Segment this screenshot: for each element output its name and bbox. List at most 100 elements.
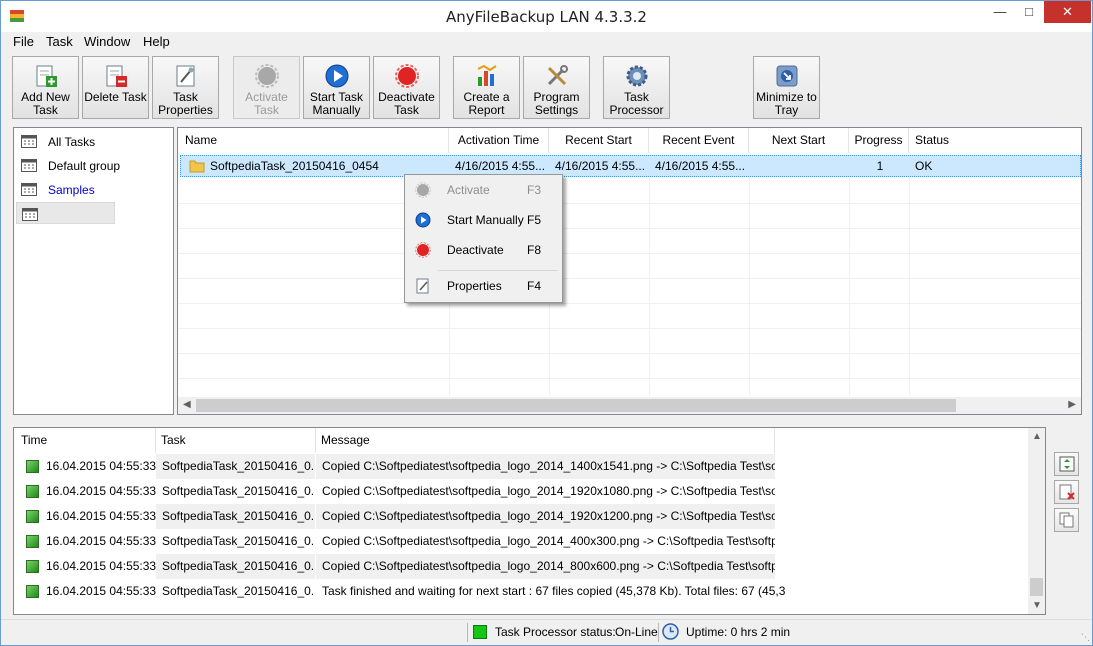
minimize-to-tray-button[interactable]: Minimize to Tray [753, 56, 820, 119]
scroll-left-icon[interactable]: ◀ [183, 399, 191, 410]
delete-task-label-1: Delete Task [84, 90, 147, 104]
column-header-name[interactable]: Name [178, 128, 449, 153]
grid-line [178, 328, 1081, 329]
log-message: Copied C:\Softpediatest\softpedia_logo_2… [316, 504, 775, 529]
log-row[interactable]: 16.04.2015 04:55:33 SoftpediaTask_201504… [15, 529, 1029, 554]
log-row[interactable]: 16.04.2015 04:55:33 SoftpediaTask_201504… [15, 579, 1029, 604]
context-menu-properties[interactable]: Properties F4 [407, 273, 560, 299]
table-row[interactable]: SoftpediaTask_20150416_0454 4/16/2015 4:… [180, 155, 1081, 177]
maximize-button[interactable]: □ [1015, 1, 1043, 23]
title-bar[interactable]: AnyFileBackup LAN 4.3.3.2 — □ ✕ [1, 1, 1092, 32]
resize-grip-icon[interactable]: ⋱ [1081, 632, 1090, 643]
uptime-text: Uptime: 0 hrs 2 min [686, 625, 791, 639]
status-bar: Task Processor status: On-Line Uptime: 0… [1, 619, 1092, 645]
copy-log-button[interactable] [1054, 508, 1079, 532]
log-task: SoftpediaTask_20150416_0... [156, 504, 315, 529]
log-task: SoftpediaTask_20150416_0... [162, 484, 315, 498]
log-task: SoftpediaTask_20150416_0... [162, 534, 315, 548]
column-header-next-start[interactable]: Next Start [749, 128, 849, 153]
task-processor-status-label: Task Processor status: [495, 625, 616, 639]
log-message: Task finished and waiting for next start… [322, 584, 786, 598]
success-icon [26, 585, 39, 598]
column-header-recent-start[interactable]: Recent Start [549, 128, 649, 153]
task-properties-icon [176, 65, 194, 87]
task-table: Name Activation Time Recent Start Recent… [177, 127, 1082, 415]
shortcut-key: F8 [527, 243, 542, 257]
grid-line [178, 203, 1081, 204]
clear-log-button[interactable] [1054, 480, 1079, 504]
horizontal-scrollbar-thumb[interactable] [196, 399, 956, 412]
menu-bar: File Task Window Help [1, 32, 1092, 52]
task-properties-button[interactable]: Task Properties [152, 56, 219, 119]
menu-file[interactable]: File [13, 34, 34, 49]
success-icon [26, 560, 39, 573]
deactivate-task-button[interactable]: Deactivate Task [373, 56, 440, 119]
properties-icon [416, 278, 429, 294]
success-icon [26, 485, 39, 498]
online-indicator-icon [473, 625, 487, 639]
context-menu-separator [438, 270, 558, 271]
delete-task-button[interactable]: Delete Task [82, 56, 149, 119]
activate-task-button[interactable]: Activate Task [233, 56, 300, 119]
scroll-up-icon[interactable]: ▲ [1032, 431, 1042, 442]
vertical-scrollbar[interactable]: ▲ ▼ [1028, 428, 1045, 614]
log-row[interactable]: 16.04.2015 04:55:33 SoftpediaTask_201504… [15, 504, 1029, 529]
log-column-header-message[interactable]: Message [316, 428, 775, 453]
close-button[interactable]: ✕ [1044, 1, 1091, 23]
folder-icon [189, 160, 205, 173]
report-icon [477, 64, 497, 86]
scroll-down-icon[interactable]: ▼ [1032, 600, 1042, 611]
context-menu-label: Start Manually [447, 213, 524, 227]
settings-icon [547, 65, 568, 86]
vertical-scrollbar-thumb[interactable] [1030, 578, 1043, 596]
menu-window[interactable]: Window [84, 34, 130, 49]
log-message: Copied C:\Softpediatest\softpedia_logo_2… [322, 484, 775, 498]
log-time: 16.04.2015 04:55:33 [46, 584, 156, 598]
log-table: Time Task Message 16.04.2015 04:55:33 So… [13, 427, 1046, 615]
grid-line [909, 178, 910, 396]
scroll-icon [1059, 456, 1075, 472]
menu-help[interactable]: Help [143, 34, 170, 49]
task-properties-label-2: Properties [158, 103, 213, 117]
activate-icon [254, 64, 279, 88]
recent-start-cell: 4/16/2015 4:55... [555, 159, 646, 173]
log-message: Copied C:\Softpediatest\softpedia_logo_2… [316, 554, 775, 579]
column-header-status[interactable]: Status [909, 128, 1081, 153]
context-menu-label: Properties [447, 279, 502, 293]
grid-line [178, 278, 1081, 279]
context-menu-deactivate[interactable]: Deactivate F8 [407, 237, 560, 263]
log-column-header-task[interactable]: Task [156, 428, 316, 453]
create-report-button[interactable]: Create a Report [453, 56, 520, 119]
log-row[interactable]: 16.04.2015 04:55:33 SoftpediaTask_201504… [15, 454, 1029, 479]
grid-line [178, 353, 1081, 354]
context-menu-start-manually[interactable]: Start Manually F5 [407, 207, 560, 233]
add-new-task-button[interactable]: Add New Task [12, 56, 79, 119]
add-new-task-label-2: Task [33, 103, 58, 117]
column-header-activation-time[interactable]: Activation Time [449, 128, 549, 153]
group-item-hidden-selected[interactable] [16, 202, 115, 224]
log-column-header-time[interactable]: Time [14, 428, 156, 453]
log-row[interactable]: 16.04.2015 04:55:33 SoftpediaTask_201504… [15, 479, 1029, 504]
calendar-icon [21, 183, 37, 196]
column-header-recent-event[interactable]: Recent Event [649, 128, 749, 153]
program-settings-label-2: Settings [534, 103, 579, 117]
program-settings-button[interactable]: Program Settings [523, 56, 590, 119]
log-time: 16.04.2015 04:55:33 [46, 484, 156, 498]
menu-task[interactable]: Task [46, 34, 73, 49]
calendar-icon [21, 135, 37, 148]
log-time: 16.04.2015 04:55:33 [46, 509, 156, 523]
window-title: AnyFileBackup LAN 4.3.3.2 [446, 8, 647, 26]
task-processor-button[interactable]: Task Processor [603, 56, 670, 119]
horizontal-scrollbar[interactable]: ◀ ▶ [178, 397, 1081, 414]
minimize-button[interactable]: — [986, 1, 1014, 23]
group-label: Default group [48, 159, 121, 173]
start-task-manually-button[interactable]: Start Task Manually [303, 56, 370, 119]
minimize-to-tray-label-2: Tray [774, 103, 799, 117]
scroll-right-icon[interactable]: ▶ [1068, 399, 1076, 410]
log-row[interactable]: 16.04.2015 04:55:33 SoftpediaTask_201504… [15, 554, 1029, 579]
context-menu-activate[interactable]: Activate F3 [407, 177, 560, 203]
deactivate-icon [394, 64, 419, 88]
column-header-progress[interactable]: Progress [849, 128, 909, 153]
auto-scroll-button[interactable] [1054, 452, 1079, 476]
grid-line [178, 303, 1081, 304]
